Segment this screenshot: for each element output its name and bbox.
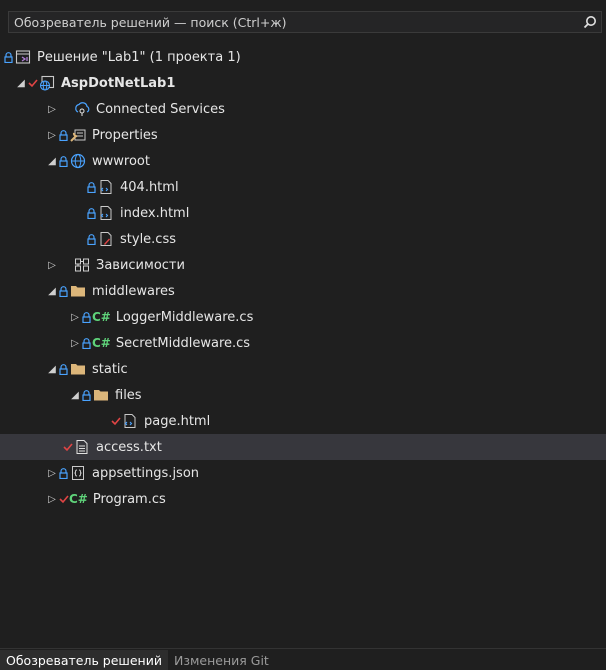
json-file-icon bbox=[69, 464, 87, 482]
tree-item-folder[interactable]: ◢ files bbox=[0, 382, 606, 408]
checkmark-icon bbox=[110, 414, 121, 428]
tree-item-label: AspDotNetLab1 bbox=[61, 75, 176, 91]
collapsed-arrow-icon[interactable]: ▷ bbox=[46, 102, 58, 116]
lock-icon bbox=[81, 336, 92, 350]
search-placeholder: Обозреватель решений — поиск (Ctrl+ж) bbox=[14, 14, 287, 30]
tree-item-label: style.css bbox=[120, 231, 176, 247]
tree-item-label: Зависимости bbox=[96, 257, 185, 273]
lock-icon bbox=[81, 310, 92, 324]
expanded-arrow-icon[interactable]: ◢ bbox=[46, 284, 58, 298]
tree-item-file[interactable]: style.css bbox=[0, 226, 606, 252]
tree-item-file[interactable]: 404.html bbox=[0, 174, 606, 200]
tree-item-label: middlewares bbox=[92, 283, 175, 299]
tree-item-file[interactable]: index.html bbox=[0, 200, 606, 226]
collapsed-arrow-icon[interactable]: ▷ bbox=[46, 492, 58, 506]
csharp-file-icon: C# bbox=[69, 492, 88, 506]
collapsed-arrow-icon[interactable]: ▷ bbox=[46, 258, 58, 272]
tree-item-label: Connected Services bbox=[96, 101, 225, 117]
tree-item-label: index.html bbox=[120, 205, 190, 221]
tree-item-label: appsettings.json bbox=[92, 465, 200, 481]
folder-icon bbox=[92, 386, 110, 404]
tree-item-folder[interactable]: ◢ middlewares bbox=[0, 278, 606, 304]
tree-item-label: access.txt bbox=[96, 439, 162, 455]
tab-git-changes[interactable]: Изменения Git bbox=[168, 650, 275, 670]
collapsed-arrow-icon[interactable]: ▷ bbox=[69, 336, 81, 350]
tree-item-cs-file[interactable]: ▷ C# SecretMiddleware.cs bbox=[0, 330, 606, 356]
tree-item-label: 404.html bbox=[120, 179, 179, 195]
lock-icon bbox=[58, 154, 69, 168]
tree-item-label: Решение "Lab1" (1 проекта 1) bbox=[37, 49, 241, 65]
collapsed-arrow-icon[interactable]: ▷ bbox=[69, 310, 81, 324]
tree-item-cs-file[interactable]: ▷ C# LoggerMiddleware.cs bbox=[0, 304, 606, 330]
tree-item-project[interactable]: ◢ AspDotNetLab1 bbox=[0, 70, 606, 96]
folder-icon bbox=[69, 282, 87, 300]
html-file-icon bbox=[97, 204, 115, 222]
properties-wrench-icon bbox=[69, 126, 87, 144]
tree-item-label: wwwroot bbox=[92, 153, 150, 169]
tree-item-file[interactable]: access.txt bbox=[0, 434, 606, 460]
web-project-icon bbox=[38, 74, 56, 92]
solution-tree: Решение "Lab1" (1 проекта 1) ◢ AspDotNet… bbox=[0, 44, 606, 512]
expanded-arrow-icon[interactable]: ◢ bbox=[69, 388, 81, 402]
tree-item-wwwroot[interactable]: ◢ wwwroot bbox=[0, 148, 606, 174]
css-file-icon bbox=[97, 230, 115, 248]
search-input[interactable]: Обозреватель решений — поиск (Ctrl+ж) bbox=[8, 11, 602, 33]
tree-item-label: Program.cs bbox=[92, 491, 166, 507]
expanded-arrow-icon[interactable]: ◢ bbox=[46, 362, 58, 376]
bottom-tab-strip: Обозреватель решений Изменения Git bbox=[0, 648, 606, 670]
lock-icon bbox=[3, 50, 14, 64]
search-icon[interactable] bbox=[579, 12, 601, 32]
html-file-icon bbox=[97, 178, 115, 196]
connected-services-icon bbox=[73, 100, 91, 118]
tree-item-file[interactable]: ▷ appsettings.json bbox=[0, 460, 606, 486]
solution-icon bbox=[14, 48, 32, 66]
lock-icon bbox=[86, 232, 97, 246]
expanded-arrow-icon[interactable]: ◢ bbox=[46, 154, 58, 168]
collapsed-arrow-icon[interactable]: ▷ bbox=[46, 466, 58, 480]
search-bar: Обозреватель решений — поиск (Ctrl+ж) bbox=[0, 0, 606, 40]
tree-item-properties[interactable]: ▷ Properties bbox=[0, 122, 606, 148]
tree-item-label: LoggerMiddleware.cs bbox=[115, 309, 254, 325]
globe-icon bbox=[69, 152, 87, 170]
html-file-icon bbox=[121, 412, 139, 430]
tree-item-label: Properties bbox=[92, 127, 158, 143]
tree-item-cs-file[interactable]: ▷ C# Program.cs bbox=[0, 486, 606, 512]
tree-item-label: static bbox=[92, 361, 128, 377]
tree-item-file[interactable]: page.html bbox=[0, 408, 606, 434]
tree-item-dependencies[interactable]: ▷ Зависимости bbox=[0, 252, 606, 278]
lock-icon bbox=[81, 388, 92, 402]
checkmark-icon bbox=[27, 76, 38, 90]
tree-item-label: files bbox=[115, 387, 142, 403]
tree-item-connected-services[interactable]: ▷ Connected Services bbox=[0, 96, 606, 122]
lock-icon bbox=[58, 128, 69, 142]
folder-icon bbox=[69, 360, 87, 378]
text-file-icon bbox=[73, 438, 91, 456]
tree-item-solution[interactable]: Решение "Lab1" (1 проекта 1) bbox=[0, 44, 606, 70]
lock-icon bbox=[58, 284, 69, 298]
checkmark-icon bbox=[58, 492, 69, 506]
lock-icon bbox=[58, 362, 69, 376]
checkmark-icon bbox=[62, 440, 73, 454]
csharp-file-icon: C# bbox=[92, 336, 111, 350]
expanded-arrow-icon[interactable]: ◢ bbox=[15, 76, 27, 90]
collapsed-arrow-icon[interactable]: ▷ bbox=[46, 128, 58, 142]
tree-item-folder[interactable]: ◢ static bbox=[0, 356, 606, 382]
lock-icon bbox=[86, 206, 97, 220]
lock-icon bbox=[58, 466, 69, 480]
tab-solution-explorer[interactable]: Обозреватель решений bbox=[0, 650, 168, 670]
tree-item-label: SecretMiddleware.cs bbox=[115, 335, 251, 351]
tree-item-label: page.html bbox=[144, 413, 211, 429]
dependencies-icon bbox=[73, 256, 91, 274]
csharp-file-icon: C# bbox=[92, 310, 111, 324]
lock-icon bbox=[86, 180, 97, 194]
